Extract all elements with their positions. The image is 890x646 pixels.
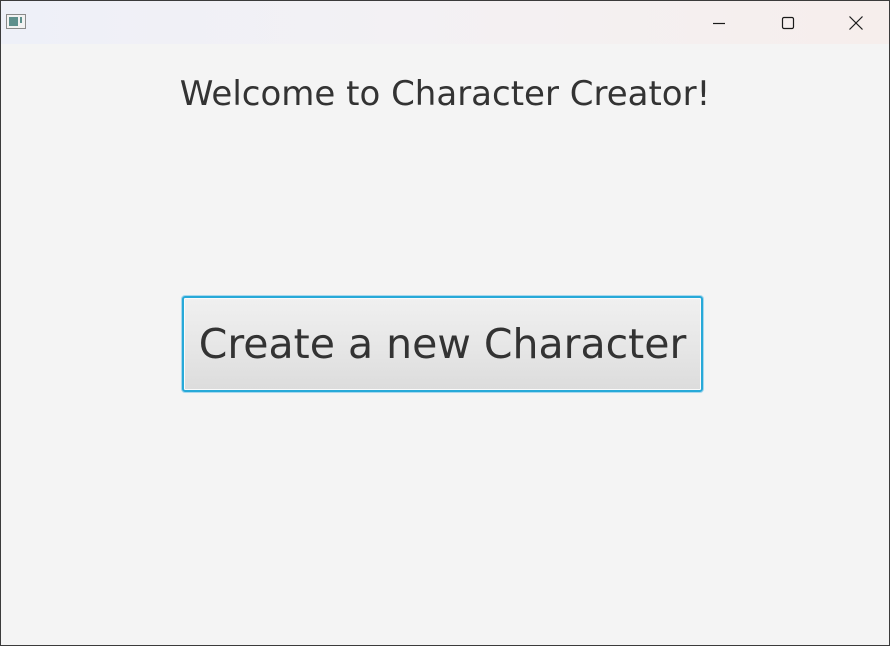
main-content: Welcome to Character Creator! Create a n… [1, 44, 889, 645]
maximize-button[interactable] [753, 1, 823, 44]
app-icon [6, 14, 26, 29]
close-icon [849, 15, 863, 30]
app-icon-pane [9, 17, 18, 26]
minimize-button[interactable] [684, 1, 754, 44]
maximize-icon [781, 16, 795, 29]
minimize-icon [713, 22, 725, 24]
close-button[interactable] [823, 1, 889, 44]
welcome-heading: Welcome to Character Creator! [179, 74, 711, 114]
title-bar[interactable] [1, 1, 889, 44]
create-character-button[interactable]: Create a new Character [182, 296, 703, 392]
app-icon-bar [20, 17, 22, 23]
app-window: Welcome to Character Creator! Create a n… [0, 0, 890, 646]
